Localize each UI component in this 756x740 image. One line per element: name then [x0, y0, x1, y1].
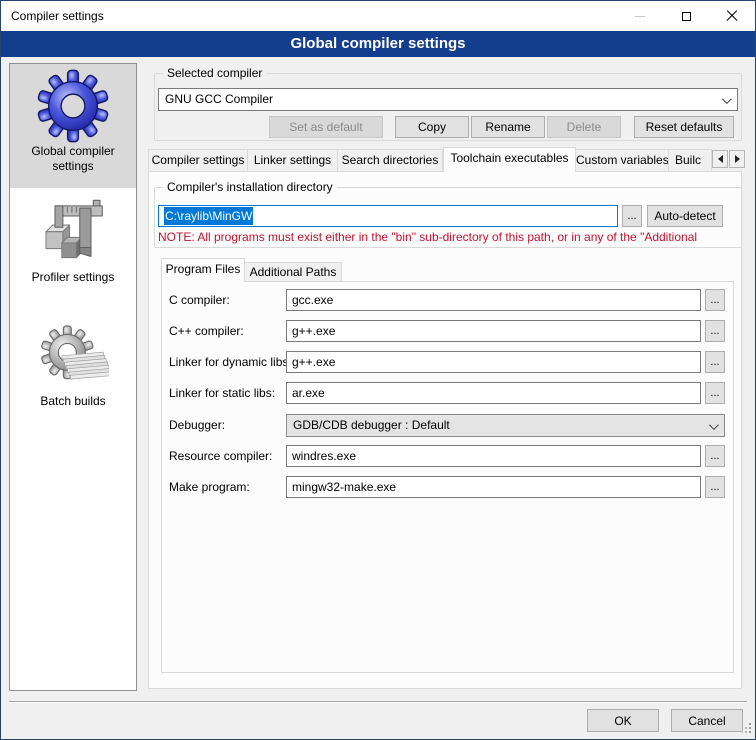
- program-files-tabs: Program Files Additional Paths: [161, 258, 342, 282]
- browse-resource-compiler-button[interactable]: ...: [705, 445, 725, 467]
- linker-dynamic-input[interactable]: [286, 351, 701, 373]
- linker-dynamic-label: Linker for dynamic libs:: [169, 351, 292, 373]
- minimize-icon: [635, 16, 645, 17]
- browse-make-program-button[interactable]: ...: [705, 476, 725, 498]
- installation-directory-input[interactable]: C:\raylib\MinGW: [158, 205, 618, 227]
- settings-category-list: Global compiler settings: [9, 63, 137, 691]
- compiler-settings-window: Compiler settings Global compiler settin…: [0, 0, 756, 740]
- chevron-down-icon: [709, 420, 719, 430]
- cpp-compiler-label: C++ compiler:: [169, 320, 244, 342]
- tab-scroll-left-button[interactable]: [712, 150, 728, 168]
- tab-compiler-settings[interactable]: Compiler settings: [148, 149, 248, 172]
- sidebar-item-label: Global compiler settings: [23, 144, 123, 174]
- debugger-label: Debugger:: [169, 414, 225, 436]
- ok-button[interactable]: OK: [587, 709, 659, 732]
- c-compiler-label: C compiler:: [169, 289, 230, 311]
- reset-defaults-button[interactable]: Reset defaults: [634, 116, 734, 138]
- subtab-additional-paths[interactable]: Additional Paths: [245, 262, 342, 282]
- note-text: NOTE: All programs must exist either in …: [158, 230, 744, 244]
- sidebar-item-batch-builds[interactable]: Batch builds: [10, 320, 136, 422]
- tab-scroll-right-button[interactable]: [729, 150, 745, 168]
- debugger-select[interactable]: GDB/CDB debugger : Default: [286, 414, 725, 437]
- compiler-combobox[interactable]: GNU GCC Compiler: [158, 88, 738, 111]
- resource-compiler-label: Resource compiler:: [169, 445, 272, 467]
- linker-static-label: Linker for static libs:: [169, 382, 275, 404]
- window-controls: [617, 1, 755, 31]
- tab-toolchain-executables[interactable]: Toolchain executables: [443, 147, 576, 172]
- close-button[interactable]: [709, 1, 755, 31]
- browse-directory-button[interactable]: ...: [622, 205, 642, 227]
- caliper-icon: [37, 198, 109, 270]
- set-as-default-button: Set as default: [269, 116, 383, 138]
- gray-gear-stack-icon: [37, 322, 109, 394]
- resize-grip[interactable]: [741, 725, 751, 735]
- make-program-label: Make program:: [169, 476, 250, 498]
- c-compiler-input[interactable]: [286, 289, 701, 311]
- blue-gear-icon: [35, 68, 111, 144]
- sidebar-item-global-compiler-settings[interactable]: Global compiler settings: [10, 64, 136, 188]
- maximize-icon: [682, 12, 691, 21]
- linker-static-input[interactable]: [286, 382, 701, 404]
- close-icon: [726, 10, 738, 22]
- footer-separator: [9, 701, 747, 703]
- minimize-button: [617, 1, 663, 31]
- subtab-program-files[interactable]: Program Files: [161, 258, 245, 282]
- browse-linker-static-button[interactable]: ...: [705, 382, 725, 404]
- left-arrow-icon: [718, 155, 723, 163]
- make-program-input[interactable]: [286, 476, 701, 498]
- auto-detect-button[interactable]: Auto-detect: [647, 205, 723, 227]
- page-title: Global compiler settings: [1, 31, 755, 57]
- maximize-button[interactable]: [663, 1, 709, 31]
- selected-path-text: C:\raylib\MinGW: [164, 207, 253, 225]
- tab-search-directories[interactable]: Search directories: [338, 149, 443, 172]
- selected-compiler-group-label: Selected compiler: [163, 66, 266, 80]
- compiler-tabs: Compiler settings Linker settings Search…: [148, 147, 712, 172]
- cancel-button[interactable]: Cancel: [671, 709, 743, 732]
- browse-cpp-compiler-button[interactable]: ...: [705, 320, 725, 342]
- rename-button[interactable]: Rename: [471, 116, 545, 138]
- browse-linker-dynamic-button[interactable]: ...: [705, 351, 725, 373]
- tab-linker-settings[interactable]: Linker settings: [248, 149, 338, 172]
- tab-build-options[interactable]: Builc: [669, 149, 712, 172]
- right-arrow-icon: [735, 155, 740, 163]
- tab-custom-variables[interactable]: Custom variables: [576, 149, 669, 172]
- cpp-compiler-input[interactable]: [286, 320, 701, 342]
- window-title: Compiler settings: [11, 9, 104, 23]
- chevron-down-icon: [722, 94, 732, 104]
- browse-c-compiler-button[interactable]: ...: [705, 289, 725, 311]
- titlebar: Compiler settings: [1, 1, 755, 31]
- resource-compiler-input[interactable]: [286, 445, 701, 467]
- sidebar-item-label: Profiler settings: [23, 270, 123, 285]
- sidebar-item-profiler-settings[interactable]: Profiler settings: [10, 196, 136, 306]
- delete-button: Delete: [547, 116, 621, 138]
- installation-directory-group-label: Compiler's installation directory: [163, 180, 337, 194]
- sidebar-item-label: Batch builds: [23, 394, 123, 409]
- copy-button[interactable]: Copy: [395, 116, 469, 138]
- debugger-select-value: GDB/CDB debugger : Default: [293, 418, 450, 432]
- compiler-combobox-value: GNU GCC Compiler: [165, 92, 273, 106]
